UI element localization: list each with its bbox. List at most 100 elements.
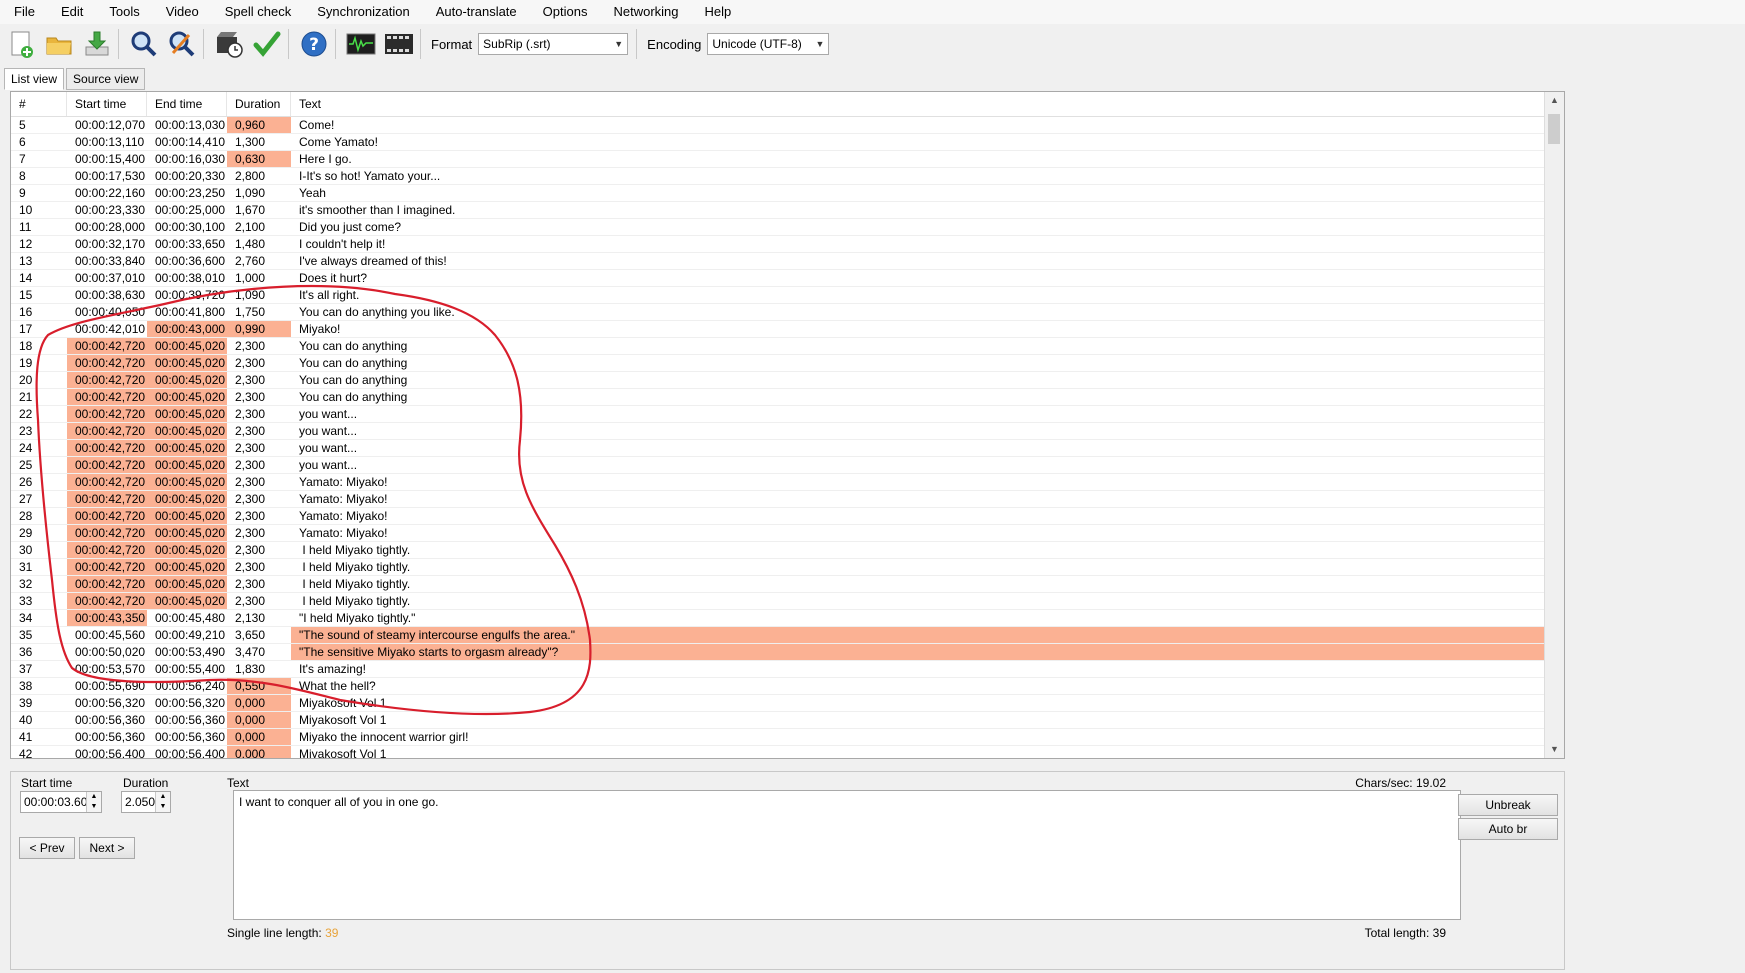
table-row[interactable]: 24 00:00:42,720 00:00:45,020 2,300 you want.… [11, 440, 1545, 457]
table-row[interactable]: 20 00:00:42,720 00:00:45,020 2,300 You can d… [11, 372, 1545, 389]
row-text: Miyakosoft Vol 1 [299, 696, 387, 710]
menu-file[interactable]: File [0, 0, 45, 24]
table-row[interactable]: 18 00:00:42,720 00:00:45,020 2,300 You can d… [11, 338, 1545, 355]
menu-options[interactable]: Options [527, 0, 598, 24]
prev-button[interactable]: < Prev [19, 837, 75, 859]
encoding-select[interactable]: Unicode (UTF-8) ▼ [707, 33, 830, 55]
open-folder-icon[interactable] [42, 27, 76, 61]
table-row[interactable]: 27 00:00:42,720 00:00:45,020 2,300 Yamato: M… [11, 491, 1545, 508]
table-row[interactable]: 8 00:00:17,530 00:00:20,330 2,800 I-It's so … [11, 168, 1545, 185]
table-row[interactable]: 17 00:00:42,010 00:00:43,000 0,990 Miyako! [11, 321, 1545, 338]
replace-icon[interactable] [165, 27, 199, 61]
column-header-number[interactable]: # [11, 92, 67, 116]
table-row[interactable]: 22 00:00:42,720 00:00:45,020 2,300 you want.… [11, 406, 1545, 423]
tab-list-view[interactable]: List view [4, 68, 65, 90]
table-row[interactable]: 13 00:00:33,840 00:00:36,600 2,760 I've alwa… [11, 253, 1545, 270]
subtitle-text-editor[interactable]: I want to conquer all of you in one go. [233, 790, 1461, 920]
menu-video[interactable]: Video [150, 0, 209, 24]
column-header-duration[interactable]: Duration [227, 92, 291, 116]
new-file-icon[interactable] [4, 27, 38, 61]
duration-input[interactable]: 2.050 ▲ ▼ [121, 791, 171, 813]
subtitle-list[interactable]: # Start time End time Duration Text 5 00:… [10, 91, 1565, 759]
menu-edit[interactable]: Edit [45, 0, 93, 24]
table-row[interactable]: 29 00:00:42,720 00:00:45,020 2,300 Yamato: M… [11, 525, 1545, 542]
row-start-time: 00:00:45,560 [75, 628, 146, 642]
row-start-time: 00:00:33,840 [75, 254, 146, 268]
find-icon[interactable] [127, 27, 161, 61]
table-row[interactable]: 16 00:00:40,050 00:00:41,800 1,750 You can d… [11, 304, 1545, 321]
spell-check-icon[interactable] [250, 27, 284, 61]
menu-synchronization[interactable]: Synchronization [301, 0, 420, 24]
table-row[interactable]: 32 00:00:42,720 00:00:45,020 2,300 I held M… [11, 576, 1545, 593]
row-number: 35 [19, 628, 33, 642]
row-start-time: 00:00:42,720 [67, 593, 147, 609]
table-row[interactable]: 6 00:00:13,110 00:00:14,410 1,300 Come Yamat… [11, 134, 1545, 151]
row-end-time: 00:00:45,020 [147, 559, 227, 575]
table-row[interactable]: 14 00:00:37,010 00:00:38,010 1,000 Does it h… [11, 270, 1545, 287]
table-row[interactable]: 36 00:00:50,020 00:00:53,490 3,470 "The sens… [11, 644, 1545, 661]
svg-text:?: ? [309, 35, 319, 55]
spin-arrows-icon[interactable]: ▲ ▼ [155, 792, 170, 812]
table-row[interactable]: 28 00:00:42,720 00:00:45,020 2,300 Yamato: M… [11, 508, 1545, 525]
next-button[interactable]: Next > [79, 837, 135, 859]
table-row[interactable]: 26 00:00:42,720 00:00:45,020 2,300 Yamato: M… [11, 474, 1545, 491]
menu-tools[interactable]: Tools [93, 0, 149, 24]
save-download-icon[interactable] [80, 27, 114, 61]
table-row[interactable]: 23 00:00:42,720 00:00:45,020 2,300 you want.… [11, 423, 1545, 440]
row-number: 20 [19, 373, 33, 387]
row-number: 14 [19, 271, 33, 285]
spin-arrows-icon[interactable]: ▲ ▼ [86, 792, 101, 812]
waveform-icon[interactable] [344, 27, 378, 61]
menu-auto-translate[interactable]: Auto-translate [420, 0, 527, 24]
table-row[interactable]: 15 00:00:38,630 00:00:39,720 1,090 It's all … [11, 287, 1545, 304]
vertical-scrollbar[interactable]: ▲ ▼ [1544, 92, 1564, 758]
column-header-start-time[interactable]: Start time [67, 92, 147, 116]
column-header-end-time[interactable]: End time [147, 92, 227, 116]
scroll-up-icon[interactable]: ▲ [1545, 92, 1564, 109]
menu-spell-check[interactable]: Spell check [209, 0, 301, 24]
row-number: 8 [19, 169, 26, 183]
table-row[interactable]: 38 00:00:55,690 00:00:56,240 0,550 What the … [11, 678, 1545, 695]
row-duration: 2,300 [235, 390, 266, 404]
auto-br-button[interactable]: Auto br [1458, 818, 1558, 840]
scroll-down-icon[interactable]: ▼ [1545, 741, 1564, 758]
table-row[interactable]: 31 00:00:42,720 00:00:45,020 2,300 I held M… [11, 559, 1545, 576]
row-duration: 1,300 [235, 135, 266, 149]
video-icon[interactable] [382, 27, 416, 61]
menu-networking[interactable]: Networking [597, 0, 688, 24]
table-row[interactable]: 11 00:00:28,000 00:00:30,100 2,100 Did you j… [11, 219, 1545, 236]
table-row[interactable]: 30 00:00:42,720 00:00:45,020 2,300 I held M… [11, 542, 1545, 559]
row-end-time: 00:00:16,030 [155, 152, 226, 166]
format-select[interactable]: SubRip (.srt) ▼ [478, 33, 629, 55]
start-time-value: 00:00:03.600 [24, 795, 95, 809]
start-time-input[interactable]: 00:00:03.600 ▲ ▼ [20, 791, 102, 813]
row-start-time: 00:00:42,720 [67, 355, 147, 371]
row-text: Come Yamato! [299, 135, 378, 149]
table-row[interactable]: 21 00:00:42,720 00:00:45,020 2,300 You can d… [11, 389, 1545, 406]
table-row[interactable]: 12 00:00:32,170 00:00:33,650 1,480 I couldn'… [11, 236, 1545, 253]
table-row[interactable]: 19 00:00:42,720 00:00:45,020 2,300 You can d… [11, 355, 1545, 372]
tab-source-view[interactable]: Source view [66, 68, 146, 90]
table-row[interactable]: 7 00:00:15,400 00:00:16,030 0,630 Here I go. [11, 151, 1545, 168]
row-number: 6 [19, 135, 26, 149]
column-header-text[interactable]: Text [291, 92, 1545, 116]
visual-sync-icon[interactable] [212, 27, 246, 61]
row-duration: 2,800 [235, 169, 266, 183]
scroll-thumb[interactable] [1548, 114, 1560, 144]
table-row[interactable]: 40 00:00:56,360 00:00:56,360 0,000 Miyakosof… [11, 712, 1545, 729]
table-row[interactable]: 39 00:00:56,320 00:00:56,320 0,000 Miyakosof… [11, 695, 1545, 712]
table-row[interactable]: 5 00:00:12,070 00:00:13,030 0,960 Come! [11, 117, 1545, 134]
table-row[interactable]: 34 00:00:43,350 00:00:45,480 2,130 "I held M… [11, 610, 1545, 627]
table-row[interactable]: 10 00:00:23,330 00:00:25,000 1,670 it's smoo… [11, 202, 1545, 219]
menu-help[interactable]: Help [689, 0, 742, 24]
row-start-time: 00:00:15,400 [75, 152, 146, 166]
table-row[interactable]: 33 00:00:42,720 00:00:45,020 2,300 I held M… [11, 593, 1545, 610]
table-row[interactable]: 41 00:00:56,360 00:00:56,360 0,000 Miyako th… [11, 729, 1545, 746]
table-row[interactable]: 25 00:00:42,720 00:00:45,020 2,300 you want.… [11, 457, 1545, 474]
table-row[interactable]: 9 00:00:22,160 00:00:23,250 1,090 Yeah [11, 185, 1545, 202]
help-icon[interactable]: ? [297, 27, 331, 61]
unbreak-button[interactable]: Unbreak [1458, 794, 1558, 816]
table-row[interactable]: 35 00:00:45,560 00:00:49,210 3,650 "The soun… [11, 627, 1545, 644]
table-row[interactable]: 37 00:00:53,570 00:00:55,400 1,830 It's amaz… [11, 661, 1545, 678]
table-row[interactable]: 42 00:00:56,400 00:00:56,400 0,000 Miyakosof… [11, 746, 1545, 758]
